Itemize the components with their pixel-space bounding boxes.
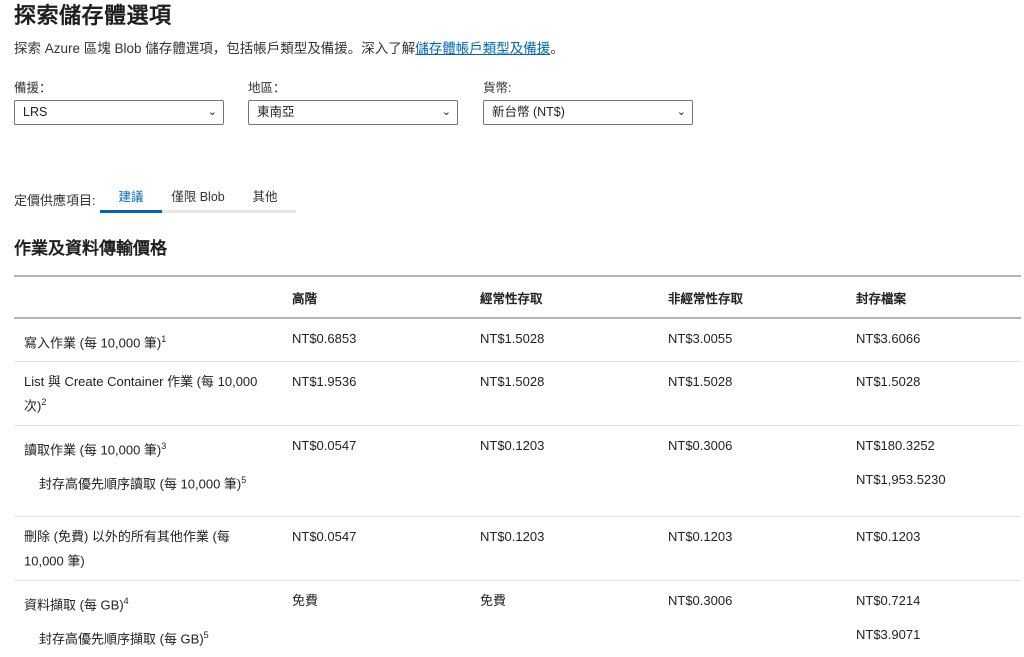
table-header: 高階 [282,275,470,319]
price-cell: NT$1.5028 [470,361,658,426]
row-label: 封存高優先順序讀取 (每 10,000 筆)5 [39,474,247,492]
price-cell: NT$0.0547 [282,516,470,581]
currency-label: 貨幣: [483,81,512,95]
chevron-down-icon: ⌄ [207,106,217,118]
description-suffix: 。 [550,41,564,56]
table-header: 經常性存取 [470,275,658,319]
price-cell: NT$0.1203 [470,516,658,581]
redundancy-select[interactable]: LRS ⌄ [14,100,224,125]
row-label: List 與 Create Container 作業 (每 10,000 次)2 [14,361,282,426]
tab-blob-only[interactable]: 僅限 Blob [162,181,234,210]
pricing-tabs: 建議 僅限 Blob 其他 [100,181,296,213]
currency-select[interactable]: 新台幣 (NT$) ⌄ [483,100,693,125]
description-text: 探索 Azure 區塊 Blob 儲存體選項，包括帳戶類型及備援。深入了解 [14,41,416,56]
row-label: 資料擷取 (每 GB)4 [14,579,282,623]
price-cell: NT$1.5028 [846,361,1021,426]
table-header-row: 高階 經常性存取 非經常性存取 封存檔案 [14,275,1021,319]
price-cell: NT$3.9071 [856,626,921,642]
price-cell: NT$0.0547 [282,424,470,468]
price-cell: NT$180.3252 [846,424,1021,468]
price-cell: NT$0.1203 [470,424,658,468]
price-cell [470,623,658,657]
row-label: 刪除 (免費) 以外的所有其他作業 (每 10,000 筆) [14,516,282,581]
price-cell: NT$3.6066 [846,317,1021,362]
chevron-down-icon: ⌄ [676,106,686,118]
region-value: 東南亞 [257,105,295,119]
pricing-offer-label: 定價供應項目: [14,193,96,208]
price-cell [658,468,846,517]
region-select[interactable]: 東南亞 ⌄ [248,100,458,125]
page-title: 探索儲存體選項 [14,3,172,28]
tab-other[interactable]: 其他 [234,181,296,210]
table-row: List 與 Create Container 作業 (每 10,000 次)2… [14,361,1021,426]
storage-account-types-link[interactable]: 儲存體帳戶類型及備援 [415,41,550,56]
tab-recommended[interactable]: 建議 [100,181,162,213]
price-cell: NT$1.5028 [470,317,658,362]
table-header [14,275,282,319]
price-cell: NT$0.1203 [846,516,1021,581]
region-label: 地區： [248,81,286,95]
table-subrow: 封存高優先順序擷取 (每 GB)5 NT$3.9071 [14,623,1021,657]
price-cell: NT$0.7214 [846,579,1021,623]
currency-field: 貨幣: 新台幣 (NT$) ⌄ [483,77,693,125]
price-cell [282,468,470,517]
price-cell: NT$3.0055 [658,317,846,362]
price-cell: NT$0.1203 [658,516,846,581]
table-subrow: 封存高優先順序讀取 (每 10,000 筆)5 NT$1,953.5230 [14,468,1021,517]
redundancy-label: 備援： [14,81,52,95]
price-cell: NT$0.3006 [658,424,846,468]
table-header: 非經常性存取 [658,275,846,319]
table-row: 寫入作業 (每 10,000 筆)1 NT$0.6853 NT$1.5028 N… [14,317,1021,362]
price-cell: 免費 [282,579,470,623]
price-cell [282,623,470,657]
page-description: 探索 Azure 區塊 Blob 儲存體選項，包括帳戶類型及備援。深入了解儲存體… [14,37,564,57]
price-cell [470,468,658,517]
row-label: 封存高優先順序擷取 (每 GB)5 [39,629,209,647]
price-cell: NT$1.5028 [658,361,846,426]
chevron-down-icon: ⌄ [441,106,451,118]
price-cell: 免費 [470,579,658,623]
redundancy-value: LRS [23,105,48,119]
price-cell: NT$0.6853 [282,317,470,362]
currency-value: 新台幣 (NT$) [492,105,565,119]
pricing-table: 高階 經常性存取 非經常性存取 封存檔案 寫入作業 (每 10,000 筆)1 … [14,275,1021,657]
price-cell: NT$0.3006 [658,579,846,623]
row-label: 寫入作業 (每 10,000 筆)1 [14,317,282,362]
price-cell [658,623,846,657]
section-title: 作業及資料傳輸價格 [14,239,167,258]
price-cell: NT$1,953.5230 [856,471,946,487]
region-field: 地區： 東南亞 ⌄ [248,77,458,125]
table-row: 刪除 (免費) 以外的所有其他作業 (每 10,000 筆) NT$0.0547… [14,516,1021,581]
table-row: 資料擷取 (每 GB)4 免費 免費 NT$0.3006 NT$0.7214 [14,579,1021,623]
price-cell: NT$1.9536 [282,361,470,426]
redundancy-field: 備援： LRS ⌄ [14,77,224,125]
table-row: 讀取作業 (每 10,000 筆)3 NT$0.0547 NT$0.1203 N… [14,424,1021,468]
row-label: 讀取作業 (每 10,000 筆)3 [14,424,282,468]
table-header: 封存檔案 [846,275,1021,319]
